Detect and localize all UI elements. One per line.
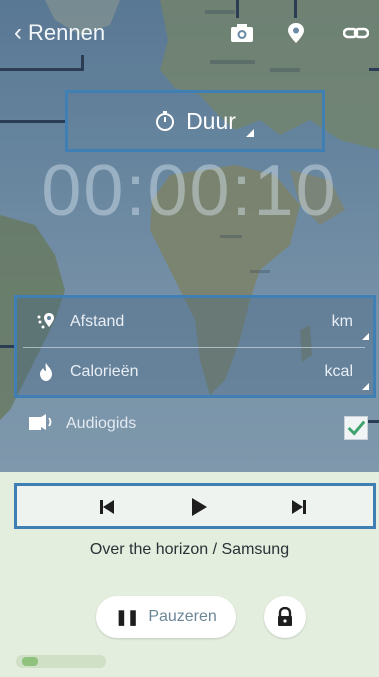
location-pin-icon[interactable]: [283, 22, 309, 44]
next-track-icon[interactable]: [287, 495, 311, 519]
stat-label: Calorieën: [70, 363, 139, 380]
back-label: Rennen: [28, 20, 106, 45]
stat-label: Afstand: [70, 313, 125, 330]
link-icon[interactable]: [342, 22, 370, 44]
audio-guide-label: Audiogids: [66, 415, 137, 432]
play-icon[interactable]: [186, 495, 210, 519]
audio-guide-icon: [29, 414, 52, 430]
pause-label: Pauzeren: [148, 608, 217, 625]
audio-guide-row: Audiogids: [0, 400, 379, 448]
audio-guide-checkbox[interactable]: [344, 416, 368, 440]
chevron-left-icon: ‹: [14, 19, 22, 46]
stat-unit: km: [331, 313, 353, 330]
top-bar: ‹ Rennen: [0, 0, 379, 66]
stat-unit: kcal: [324, 363, 353, 380]
callout-line: [0, 120, 66, 123]
pause-button[interactable]: ❚❚ Pauzeren: [96, 596, 236, 638]
checkmark-icon: [347, 420, 366, 436]
dropdown-corner-icon: [362, 333, 369, 340]
status-dot: [22, 657, 38, 666]
elapsed-timer: 00:00:10: [41, 151, 338, 231]
pause-icon: ❚❚: [115, 609, 139, 626]
stat-row-calories[interactable]: Calorieën kcal: [17, 348, 373, 396]
status-indicator: [16, 655, 106, 668]
dropdown-corner-icon: [362, 383, 369, 390]
callout-line: [369, 68, 379, 71]
previous-track-icon[interactable]: [95, 495, 119, 519]
goal-type-selector[interactable]: Duur: [65, 90, 325, 152]
lock-icon: [278, 607, 292, 626]
callout-line: [0, 68, 84, 71]
back-button[interactable]: ‹ Rennen: [14, 18, 105, 48]
flame-icon: [40, 363, 52, 381]
goal-type-label: Duur: [186, 107, 236, 134]
music-player-controls: [14, 483, 376, 529]
distance-icon: [37, 313, 54, 329]
dropdown-corner-icon: [246, 129, 254, 137]
track-title: Over the horizon / Samsung: [89, 541, 290, 558]
lock-button[interactable]: [264, 596, 306, 638]
stats-panel: Afstand km Calorieën kcal: [14, 295, 376, 398]
stat-row-distance[interactable]: Afstand km: [17, 298, 373, 346]
camera-icon[interactable]: [229, 22, 255, 44]
stopwatch-icon: [156, 111, 175, 131]
